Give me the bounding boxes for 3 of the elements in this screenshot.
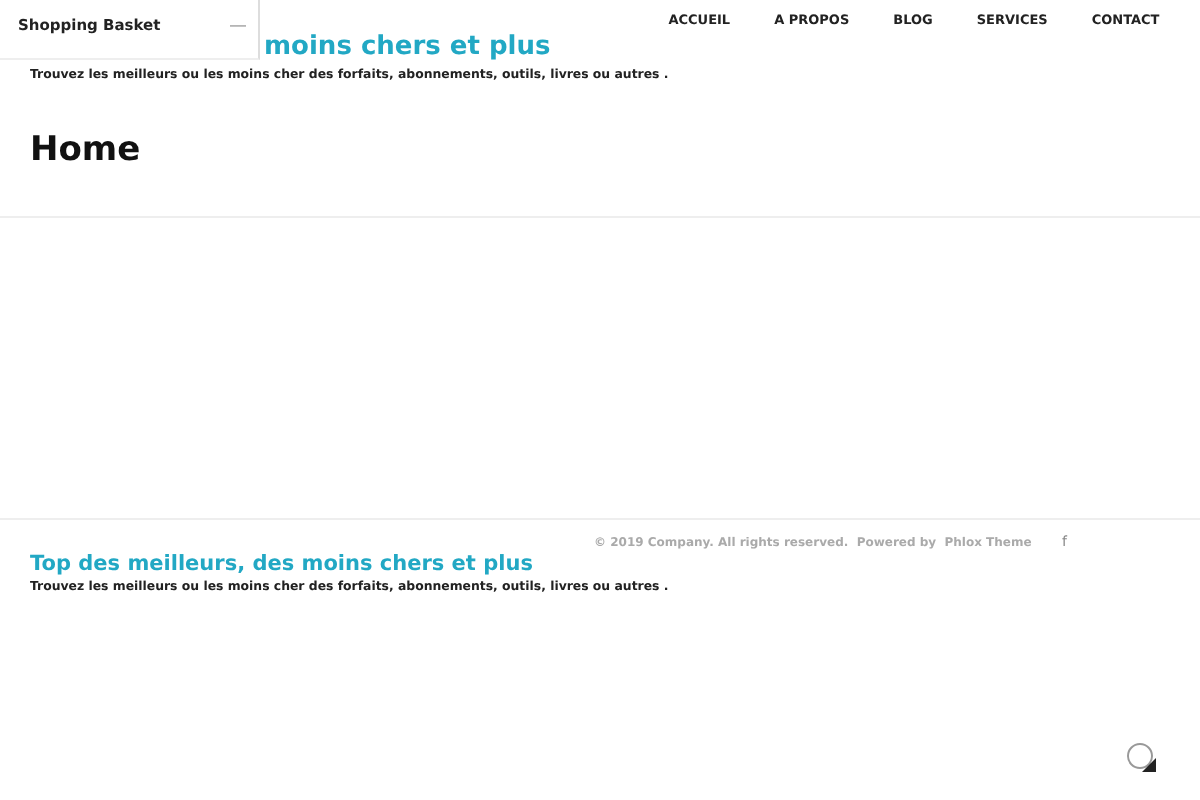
page-title: Home bbox=[30, 128, 143, 174]
basket-toggle-button[interactable]: — bbox=[230, 16, 246, 34]
scroll-top-icon[interactable] bbox=[1126, 742, 1158, 774]
